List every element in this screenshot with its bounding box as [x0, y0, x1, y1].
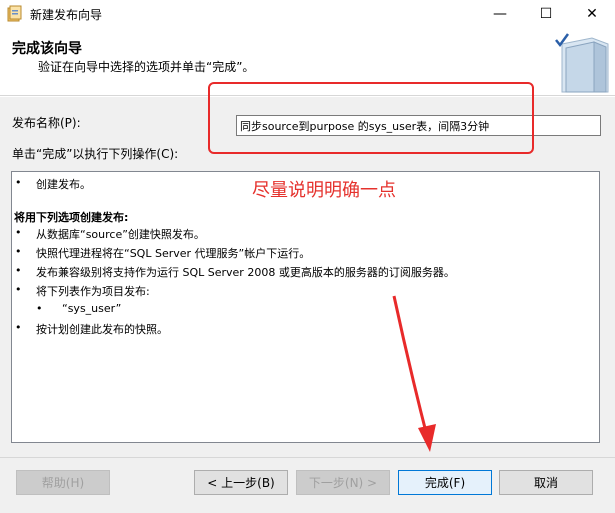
- op-snapshot-source: 从数据库“source”创建快照发布。: [36, 228, 205, 241]
- book-check-icon: [555, 33, 609, 93]
- bullet: •: [15, 245, 22, 258]
- close-icon: ✕: [586, 6, 598, 22]
- operations-label: 单击“完成”以执行下列操作(C):: [12, 147, 179, 161]
- next-button[interactable]: 下一步(N) >: [296, 470, 390, 495]
- options-heading: 将用下列选项创建发布:: [14, 211, 129, 224]
- help-button[interactable]: 帮助(H): [16, 470, 110, 495]
- wizard-app-icon: [7, 5, 22, 22]
- page-subtitle: 验证在向导中选择的选项并单击“完成”。: [38, 60, 255, 74]
- op-compat-level: 发布兼容级别将支持作为运行 SQL Server 2008 或更高版本的服务器的…: [36, 266, 455, 279]
- bullet: •: [15, 176, 22, 189]
- op-schedule-snapshot: 按计划创建此发布的快照。: [36, 323, 168, 336]
- operations-summary[interactable]: • 创建发布。 将用下列选项创建发布: • 从数据库“source”创建快照发布…: [11, 171, 600, 443]
- title-bar: 新建发布向导 — ☐ ✕: [0, 0, 615, 28]
- page-title: 完成该向导: [12, 41, 82, 57]
- window-title: 新建发布向导: [30, 8, 103, 22]
- bullet: •: [15, 321, 22, 334]
- finish-button[interactable]: 完成(F): [398, 470, 492, 495]
- maximize-icon: ☐: [539, 6, 553, 22]
- maximize-button[interactable]: ☐: [523, 0, 569, 28]
- op-table-sys-user: “sys_user”: [62, 302, 122, 315]
- minimize-icon: —: [493, 6, 507, 22]
- bullet: •: [15, 264, 22, 277]
- op-agent-account: 快照代理进程将在“SQL Server 代理服务”帐户下运行。: [36, 247, 311, 260]
- op-publish-tables: 将下列表作为项目发布:: [36, 285, 150, 298]
- annotation-box: [208, 82, 534, 154]
- annotation-arrow-icon: [392, 295, 436, 452]
- publication-name-label: 发布名称(P):: [12, 116, 81, 130]
- bullet: •: [15, 226, 22, 239]
- annotation-text: 尽量说明明确一点: [252, 180, 396, 201]
- minimize-button[interactable]: —: [477, 0, 523, 28]
- bullet: •: [15, 283, 22, 296]
- back-button[interactable]: < 上一步(B): [194, 470, 288, 495]
- op-create-publication: 创建发布。: [36, 178, 91, 191]
- close-button[interactable]: ✕: [569, 0, 615, 28]
- bullet: •: [36, 302, 43, 315]
- cancel-button[interactable]: 取消: [499, 470, 593, 495]
